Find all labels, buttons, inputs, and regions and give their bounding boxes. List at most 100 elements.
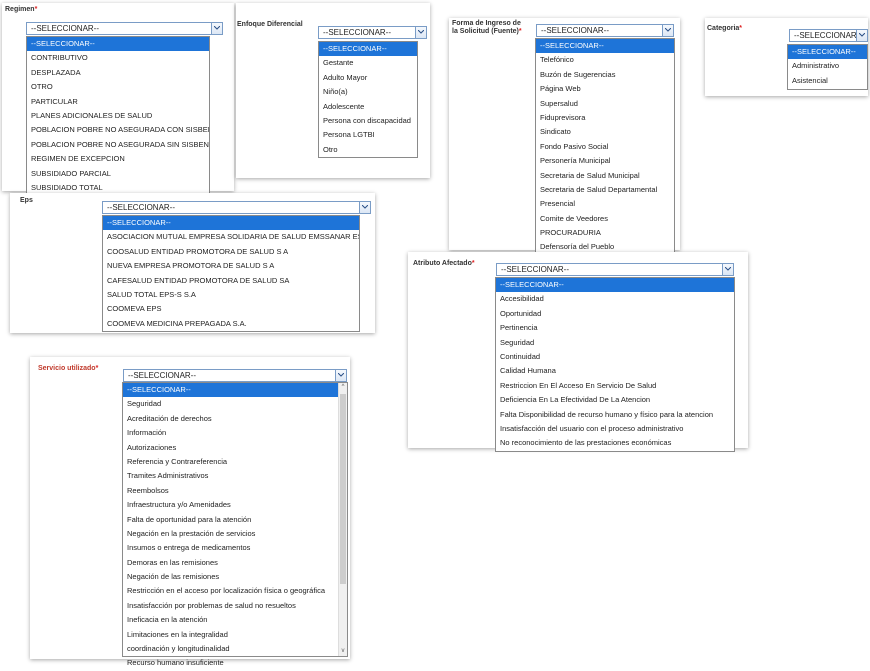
regimen-option[interactable]: PLANES ADICIONALES DE SALUD — [27, 109, 209, 123]
servicio-option[interactable]: Demoras en las remisiones — [123, 556, 347, 570]
servicio-panel: Servicio utilizado* --SELECCIONAR-- --SE… — [30, 357, 350, 667]
chevron-down-icon[interactable] — [415, 27, 426, 38]
servicio-option[interactable]: Limitaciones en la integralidad — [123, 628, 347, 642]
regimen-option[interactable]: POBLACION POBRE NO ASEGURADA CON SISBEN — [27, 123, 209, 137]
servicio-option[interactable]: Autorizaciones — [123, 441, 347, 455]
regimen-option[interactable]: REGIMEN DE EXCEPCION — [27, 152, 209, 166]
eps-option[interactable]: SALUD TOTAL EPS-S S.A — [103, 288, 359, 302]
regimen-option[interactable]: --SELECCIONAR-- — [27, 37, 209, 52]
categoria-select[interactable]: --SELECCIONAR-- — [789, 29, 868, 42]
servicio-option[interactable]: Insatisfacción por problemas de salud no… — [123, 599, 347, 613]
servicio-option[interactable]: Negación en la prestación de servicios — [123, 527, 347, 541]
servicio-option[interactable]: Negación de las remisiones — [123, 570, 347, 584]
servicio-option[interactable]: Referencia y Contrareferencia — [123, 455, 347, 469]
atributo-option[interactable]: Insatisfacción del usuario con el proces… — [496, 422, 734, 436]
forma-option[interactable]: --SELECCIONAR-- — [536, 39, 674, 54]
servicio-option[interactable]: Recurso humano insuficiente — [123, 656, 347, 670]
forma-option[interactable]: Presencial — [536, 197, 674, 211]
enfoque-option[interactable]: Adolescente — [319, 100, 417, 114]
categoria-selected-value: --SELECCIONAR-- — [794, 31, 863, 40]
scroll-down-arrow[interactable]: v — [339, 647, 347, 656]
forma-select[interactable]: --SELECCIONAR-- — [536, 24, 674, 37]
chevron-down-icon[interactable] — [335, 370, 346, 381]
forma-option[interactable]: Fondo Pasivo Social — [536, 140, 674, 154]
eps-select[interactable]: --SELECCIONAR-- — [102, 201, 371, 214]
chevron-down-icon[interactable] — [662, 25, 673, 36]
atributo-option[interactable]: --SELECCIONAR-- — [496, 278, 734, 293]
servicio-option[interactable]: coordinación y longitudinalidad — [123, 642, 347, 656]
enfoque-select[interactable]: --SELECCIONAR-- — [318, 26, 427, 39]
enfoque-option[interactable]: Otro — [319, 143, 417, 157]
categoria-option[interactable]: Asistencial — [788, 74, 867, 88]
forma-option[interactable]: Personería Municipal — [536, 154, 674, 168]
forma-option[interactable]: Fiduprevisora — [536, 111, 674, 125]
servicio-option[interactable]: Infraestructura y/o Amenidades — [123, 498, 347, 512]
scroll-up-arrow[interactable]: ^ — [339, 383, 347, 392]
forma-option[interactable]: Página Web — [536, 82, 674, 96]
regimen-option[interactable]: POBLACION POBRE NO ASEGURADA SIN SISBEN — [27, 138, 209, 152]
forma-option[interactable]: Sindicato — [536, 125, 674, 139]
atributo-option[interactable]: Seguridad — [496, 336, 734, 350]
regimen-option[interactable]: PARTICULAR — [27, 95, 209, 109]
atributo-option[interactable]: Calidad Humana — [496, 364, 734, 378]
regimen-option[interactable]: OTRO — [27, 80, 209, 94]
chevron-down-icon[interactable] — [359, 202, 370, 213]
eps-option[interactable]: CAFESALUD ENTIDAD PROMOTORA DE SALUD SA — [103, 274, 359, 288]
eps-option[interactable]: COOMEVA EPS — [103, 302, 359, 316]
regimen-option[interactable]: CONTRIBUTIVO — [27, 51, 209, 65]
enfoque-option[interactable]: Gestante — [319, 56, 417, 70]
forma-option[interactable]: Telefónico — [536, 53, 674, 67]
enfoque-option[interactable]: --SELECCIONAR-- — [319, 42, 417, 57]
enfoque-option[interactable]: Adulto Mayor — [319, 71, 417, 85]
atributo-option[interactable]: Accesibilidad — [496, 292, 734, 306]
servicio-option[interactable]: Seguridad — [123, 397, 347, 411]
atributo-option[interactable]: Restriccion En El Acceso En Servicio De … — [496, 379, 734, 393]
atributo-option[interactable]: Oportunidad — [496, 307, 734, 321]
forma-option[interactable]: Buzón de Sugerencias — [536, 68, 674, 82]
servicio-option[interactable]: Ineficacia en la atención — [123, 613, 347, 627]
scrollbar-thumb[interactable] — [340, 394, 346, 584]
forma-option[interactable]: PROCURADURIA — [536, 226, 674, 240]
forma-option[interactable]: Secretaria de Salud Municipal — [536, 169, 674, 183]
enfoque-option[interactable]: Persona con discapacidad — [319, 114, 417, 128]
servicio-scrollbar[interactable]: ^ v — [338, 383, 347, 656]
servicio-options-list: --SELECCIONAR-- Seguridad Acreditación d… — [122, 382, 348, 667]
regimen-selected-value: --SELECCIONAR-- — [31, 24, 100, 33]
chevron-down-icon[interactable] — [722, 264, 733, 275]
eps-option[interactable]: --SELECCIONAR-- — [103, 216, 359, 231]
regimen-select[interactable]: --SELECCIONAR-- — [26, 22, 223, 35]
servicio-select[interactable]: --SELECCIONAR-- — [123, 369, 347, 382]
servicio-option[interactable]: Tramites Administrativos — [123, 469, 347, 483]
atributo-option[interactable]: Continuidad — [496, 350, 734, 364]
atributo-options-list: --SELECCIONAR-- Accesibilidad Oportunida… — [495, 277, 735, 452]
eps-option[interactable]: ASOCIACION MUTUAL EMPRESA SOLIDARIA DE S… — [103, 230, 359, 244]
servicio-option[interactable]: --SELECCIONAR-- — [123, 383, 347, 398]
forma-option[interactable]: Secretaria de Salud Departamental — [536, 183, 674, 197]
regimen-option[interactable]: DESPLAZADA — [27, 66, 209, 80]
enfoque-option[interactable]: Niño(a) — [319, 85, 417, 99]
servicio-option[interactable]: Reembolsos — [123, 484, 347, 498]
atributo-option[interactable]: Deficiencia En La Efectividad De La Aten… — [496, 393, 734, 407]
chevron-down-icon[interactable] — [211, 23, 222, 34]
servicio-option[interactable]: Insumos o entrega de medicamentos — [123, 541, 347, 555]
atributo-select[interactable]: --SELECCIONAR-- — [496, 263, 734, 276]
eps-option[interactable]: NUEVA EMPRESA PROMOTORA DE SALUD S A — [103, 259, 359, 273]
eps-option[interactable]: COOMEVA MEDICINA PREPAGADA S.A. — [103, 317, 359, 331]
servicio-option[interactable]: Acreditación de derechos — [123, 412, 347, 426]
servicio-option[interactable]: Información — [123, 426, 347, 440]
categoria-option[interactable]: Administrativo — [788, 59, 867, 73]
eps-label: Eps — [20, 197, 33, 204]
regimen-option[interactable]: SUBSIDIADO PARCIAL — [27, 167, 209, 181]
atributo-option[interactable]: Pertinencia — [496, 321, 734, 335]
forma-option[interactable]: Supersalud — [536, 97, 674, 111]
chevron-down-icon[interactable] — [856, 30, 867, 41]
enfoque-option[interactable]: Persona LGTBI — [319, 128, 417, 142]
eps-option[interactable]: COOSALUD ENTIDAD PROMOTORA DE SALUD S A — [103, 245, 359, 259]
servicio-option[interactable]: Falta de oportunidad para la atención — [123, 513, 347, 527]
servicio-option[interactable]: Restricción en el acceso por localizació… — [123, 584, 347, 598]
categoria-option[interactable]: --SELECCIONAR-- — [788, 45, 867, 60]
atributo-option[interactable]: No reconocimiento de las prestaciones ec… — [496, 436, 734, 450]
forma-option[interactable]: Comite de Veedores — [536, 212, 674, 226]
atributo-option[interactable]: Falta Disponibilidad de recurso humano y… — [496, 408, 734, 422]
eps-panel: Eps --SELECCIONAR-- --SELECCIONAR-- ASOC… — [10, 193, 375, 333]
